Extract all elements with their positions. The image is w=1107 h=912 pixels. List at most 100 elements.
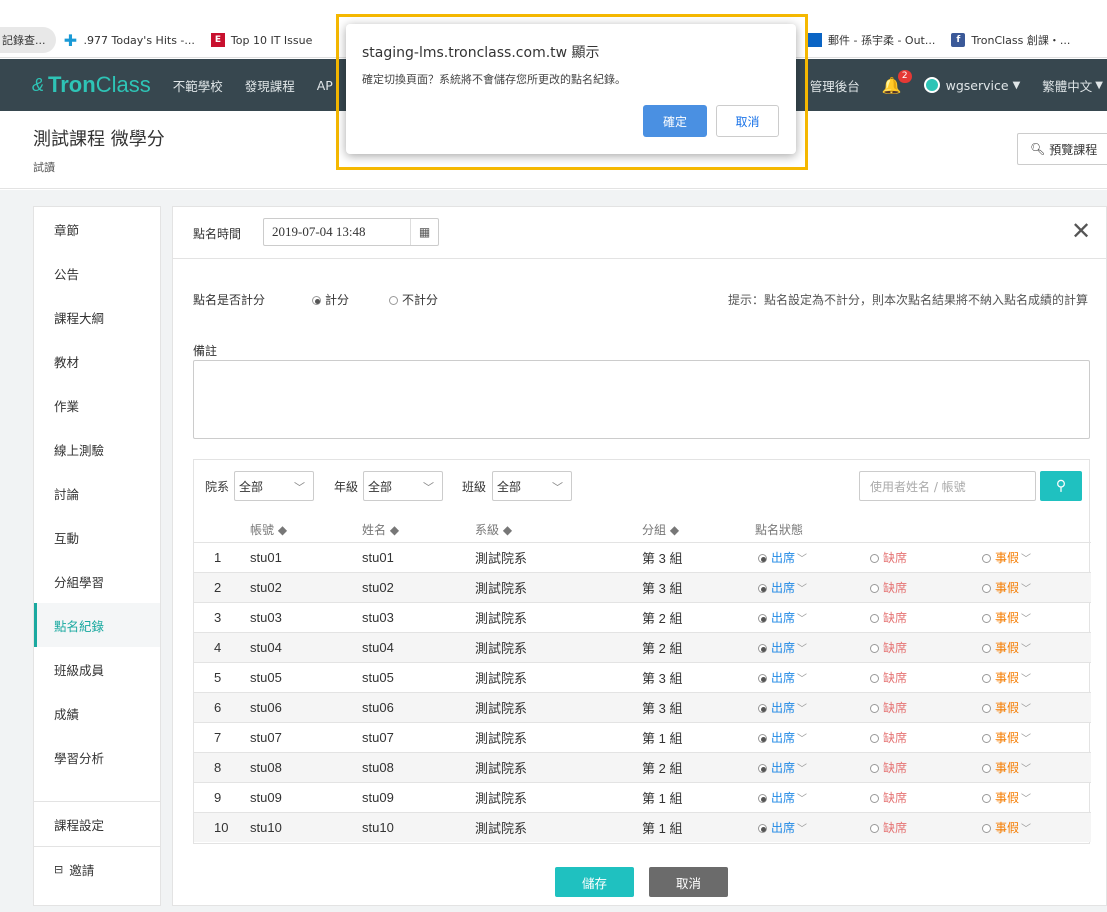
status-label: 出席 [771, 731, 796, 745]
status-leave-option[interactable]: 事假 ﹀ [982, 819, 1031, 836]
remark-textarea[interactable] [193, 360, 1090, 439]
sidebar-item-homework[interactable]: 作業 [34, 383, 160, 427]
nav-item-admin[interactable]: 管理後台 [810, 76, 860, 95]
bell-icon: 🔔 2 [882, 69, 912, 95]
dialog-ok-button[interactable]: 確定 [643, 105, 707, 137]
bookmark-label: Top 10 IT Issue [230, 33, 313, 47]
status-absent-option[interactable]: 缺席 [870, 609, 907, 626]
sidebar-item-invite[interactable]: ⊟ 邀請 [34, 847, 160, 891]
status-present-option[interactable]: 出席 ﹀ [758, 549, 807, 566]
status-absent-option[interactable]: 缺席 [870, 579, 907, 596]
nav-item-discover-courses[interactable]: 發現課程 [245, 76, 295, 95]
status-label: 缺席 [883, 761, 908, 775]
user-menu[interactable]: wgservice ▼ [923, 77, 1020, 93]
status-absent-option[interactable]: 缺席 [870, 789, 907, 806]
table-row: 2 stu02 stu02 測試院系第 3 組出席 ﹀ 缺席 事假 ﹀ [194, 572, 1091, 602]
status-leave-option[interactable]: 事假 ﹀ [982, 639, 1031, 656]
status-present-option[interactable]: 出席 ﹀ [758, 759, 807, 776]
no-score-radio[interactable]: 不計分 [389, 291, 438, 308]
row-group: 第 2 組 [642, 761, 683, 776]
status-leave-option[interactable]: 事假 ﹀ [982, 609, 1031, 626]
score-radio[interactable]: 計分 [312, 291, 349, 308]
status-leave-option[interactable]: 事假 ﹀ [982, 549, 1031, 566]
status-present-option[interactable]: 出席 ﹀ [758, 579, 807, 596]
search-icon: 🔍︎ [1030, 142, 1046, 156]
sidebar-item-syllabus[interactable]: 課程大綱 [34, 295, 160, 339]
status-absent-option[interactable]: 缺席 [870, 759, 907, 776]
radio-unselected-icon [982, 764, 991, 774]
sidebar-item-chapters[interactable]: 章節 [34, 207, 160, 251]
header-dept[interactable]: 系級 ◆ [475, 521, 512, 538]
header-group[interactable]: 分組 ◆ [642, 521, 679, 538]
chevron-down-icon: ﹀ [423, 481, 434, 494]
sidebar-item-interaction[interactable]: 互動 [34, 515, 160, 559]
search-button[interactable]: ⚲ [1040, 471, 1082, 501]
status-leave-option[interactable]: 事假 ﹀ [982, 699, 1031, 716]
status-absent-option[interactable]: 缺席 [870, 639, 907, 656]
tronclass-logo[interactable]: & Tron Class [32, 72, 151, 98]
sidebar-item-announcements[interactable]: 公告 [34, 251, 160, 295]
status-present-option[interactable]: 出席 ﹀ [758, 729, 807, 746]
status-present-option[interactable]: 出席 ﹀ [758, 669, 807, 686]
status-present-option[interactable]: 出席 ﹀ [758, 819, 807, 836]
bookmark-item[interactable]: E Top 10 IT Issue [203, 27, 320, 53]
language-menu[interactable]: 繁體中文 ▼ [1042, 76, 1103, 95]
cancel-button[interactable]: 取消 [649, 867, 728, 897]
header-account[interactable]: 帳號 ◆ [250, 521, 287, 538]
chevron-down-icon: ﹀ [797, 734, 808, 745]
row-group: 第 3 組 [642, 581, 683, 596]
sidebar-item-grades[interactable]: 成績 [34, 691, 160, 735]
chevron-down-icon: ﹀ [1021, 644, 1032, 655]
status-label: 出席 [771, 611, 796, 625]
status-present-option[interactable]: 出席 ﹀ [758, 609, 807, 626]
status-label: 出席 [771, 821, 796, 835]
dialog-cancel-button[interactable]: 取消 [716, 105, 779, 137]
radio-unselected-icon [982, 644, 991, 654]
notifications-button[interactable]: 🔔 2 [882, 69, 912, 95]
status-absent-option[interactable]: 缺席 [870, 549, 907, 566]
plus-icon: ✚ [63, 30, 78, 50]
bookmark-item[interactable]: 郵件 - 孫宇柔 - Out... [800, 27, 943, 53]
sidebar-item-analytics[interactable]: 學習分析 [34, 735, 160, 779]
dept-filter-select[interactable]: 全部 ﹀ [234, 471, 314, 501]
header-name[interactable]: 姓名 ◆ [362, 521, 399, 538]
sidebar-item-rollcall[interactable]: 點名紀錄 [34, 603, 160, 647]
status-leave-option[interactable]: 事假 ﹀ [982, 759, 1031, 776]
status-leave-option[interactable]: 事假 ﹀ [982, 579, 1031, 596]
student-table: 院系 全部 ﹀ 年級 全部 ﹀ 班級 全部 ﹀ 使用者姓名 / 帳號 ⚲ 帳號 … [193, 459, 1091, 844]
user-name: wgservice [945, 77, 1009, 93]
bookmark-item[interactable]: ✚ .977 Today's Hits -... [56, 27, 203, 53]
sidebar-item-discussion[interactable]: 討論 [34, 471, 160, 515]
status-absent-option[interactable]: 缺席 [870, 729, 907, 746]
sidebar-item-quizzes[interactable]: 線上測驗 [34, 427, 160, 471]
bookmark-label: 郵件 - 孫宇柔 - Out... [828, 34, 936, 47]
calendar-icon[interactable]: ▦ [410, 219, 438, 245]
grade-filter-select[interactable]: 全部 ﹀ [363, 471, 443, 501]
sidebar-item-materials[interactable]: 教材 [34, 339, 160, 383]
close-icon[interactable]: ✕ [1071, 217, 1091, 245]
status-absent-option[interactable]: 缺席 [870, 819, 907, 836]
search-icon: ⚲ [1055, 478, 1067, 494]
status-absent-option[interactable]: 缺席 [870, 699, 907, 716]
rollcall-time-input[interactable]: 2019-07-04 13:48 ▦ [263, 218, 439, 246]
nav-item-demo-school[interactable]: 不範學校 [173, 76, 223, 95]
rollcall-time-row: 點名時間 2019-07-04 13:48 ▦ ✕ [173, 207, 1107, 259]
sidebar-item-group-learning[interactable]: 分組學習 [34, 559, 160, 603]
status-present-option[interactable]: 出席 ﹀ [758, 639, 807, 656]
class-filter-select[interactable]: 全部 ﹀ [492, 471, 572, 501]
bookmark-item[interactable]: f TronClass 創課・... [943, 27, 1078, 53]
user-search-input[interactable]: 使用者姓名 / 帳號 [859, 471, 1036, 501]
status-leave-option[interactable]: 事假 ﹀ [982, 729, 1031, 746]
row-name: stu09 [362, 790, 394, 805]
status-present-option[interactable]: 出席 ﹀ [758, 699, 807, 716]
sidebar-item-members[interactable]: 班級成員 [34, 647, 160, 691]
nav-item-ap[interactable]: AP [317, 78, 333, 93]
status-present-option[interactable]: 出席 ﹀ [758, 789, 807, 806]
save-button[interactable]: 儲存 [555, 867, 634, 897]
status-leave-option[interactable]: 事假 ﹀ [982, 789, 1031, 806]
bookmark-item[interactable]: 記錄查... [0, 27, 56, 53]
status-leave-option[interactable]: 事假 ﹀ [982, 669, 1031, 686]
status-absent-option[interactable]: 缺席 [870, 669, 907, 686]
sidebar-item-course-settings[interactable]: 課程設定 [34, 802, 160, 846]
preview-course-button[interactable]: 🔍︎ 預覽課程 [1017, 133, 1107, 165]
